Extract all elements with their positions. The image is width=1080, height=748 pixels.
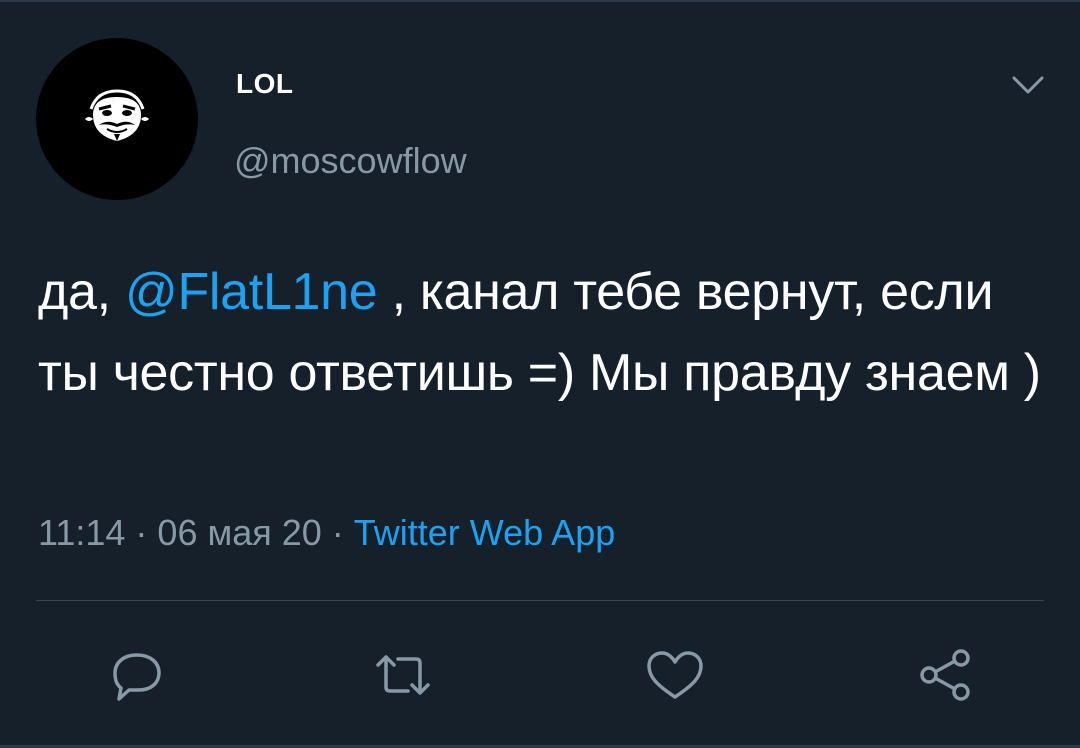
tweet-menu-button[interactable] [1008, 70, 1048, 100]
meta-separator: · [125, 512, 158, 553]
like-button[interactable] [640, 640, 710, 710]
tweet-meta: 11:14 · 06 мая 20 · Twitter Web App [38, 512, 615, 554]
share-button[interactable] [910, 640, 980, 710]
user-handle[interactable]: @moscowflow [234, 140, 467, 182]
heart-icon [647, 651, 703, 699]
share-icon [920, 649, 970, 701]
retweet-icon [376, 655, 430, 695]
guy-fawkes-mask-icon [85, 89, 149, 141]
reply-icon [113, 653, 161, 701]
tweet-time[interactable]: 11:14 [38, 512, 125, 553]
display-name[interactable]: LOL [236, 68, 294, 100]
retweet-button[interactable] [368, 640, 438, 710]
meta-separator: · [321, 512, 354, 553]
mention-link[interactable]: @FlatL1ne [125, 263, 378, 321]
tweet-text: да, @FlatL1ne , канал тебе вернут, если … [38, 252, 1048, 414]
tweet-date[interactable]: 06 мая 20 [157, 512, 321, 553]
actions-divider [36, 600, 1044, 601]
tweet-text-start: да, [38, 263, 125, 321]
avatar[interactable] [36, 38, 198, 200]
reply-button[interactable] [102, 640, 172, 710]
tweet-source-link[interactable]: Twitter Web App [354, 512, 615, 553]
top-border [0, 0, 1080, 2]
chevron-down-icon [1012, 76, 1044, 94]
